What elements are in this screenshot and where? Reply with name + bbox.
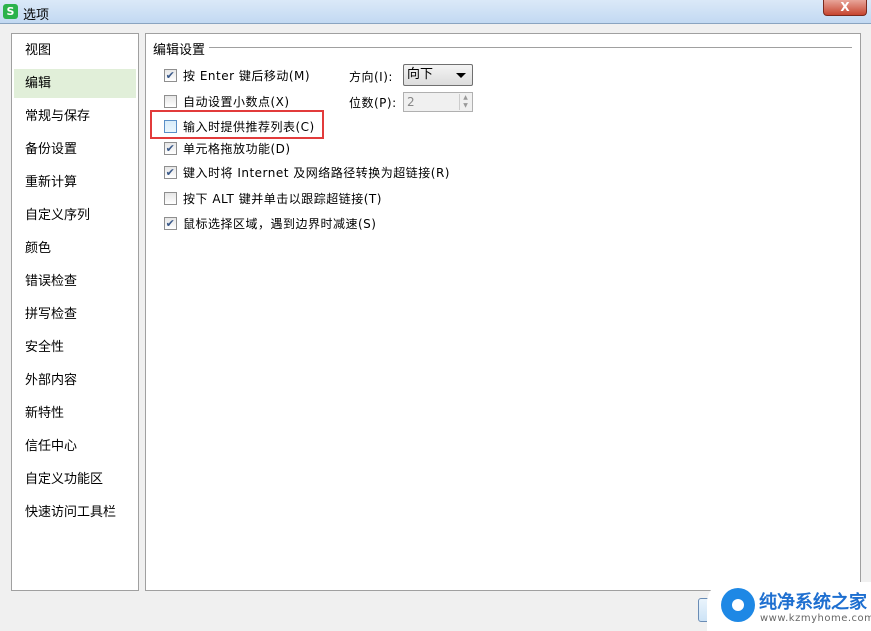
option-row[interactable]: ✔ 键入时将 Internet 及网络路径转换为超链接(R) <box>164 164 450 181</box>
sidebar-item[interactable]: 常规与保存 <box>14 102 136 131</box>
checkbox[interactable] <box>164 95 177 108</box>
option-row[interactable]: ✔ 按 Enter 键后移动(M) <box>164 67 310 84</box>
direction-label: 方向(I): <box>349 70 393 84</box>
direction-select[interactable]: 向下 <box>403 64 473 86</box>
close-button[interactable]: X <box>823 0 867 16</box>
digits-value: 2 <box>407 95 415 109</box>
option-row[interactable]: ✔ 单元格拖放功能(D) <box>164 140 291 157</box>
sidebar: 视图编辑常规与保存备份设置重新计算自定义序列颜色错误检查拼写检查安全性外部内容新… <box>11 33 139 591</box>
digits-label: 位数(P): <box>349 96 397 110</box>
sidebar-item[interactable]: 视图 <box>14 36 136 65</box>
direction-value: 向下 <box>407 67 434 82</box>
window-title: 选项 <box>23 8 50 23</box>
watermark-url: www.kzmyhome.com <box>760 613 871 624</box>
app-icon: S <box>3 4 18 19</box>
sidebar-item[interactable]: 自定义序列 <box>14 201 136 230</box>
sidebar-item[interactable]: 拼写检查 <box>14 300 136 329</box>
sidebar-item[interactable]: 错误检查 <box>14 267 136 296</box>
sidebar-item[interactable]: 编辑 <box>14 69 136 98</box>
sidebar-item[interactable]: 新特性 <box>14 399 136 428</box>
option-row[interactable]: 按下 ALT 键并单击以跟踪超链接(T) <box>164 190 382 207</box>
option-label: 键入时将 Internet 及网络路径转换为超链接(R) <box>183 166 450 180</box>
watermark-name: 纯净系统之家 <box>759 592 867 613</box>
sidebar-item[interactable]: 颜色 <box>14 234 136 263</box>
watermark-logo-icon <box>721 588 755 622</box>
highlight-box <box>150 110 324 139</box>
checkbox[interactable]: ✔ <box>164 69 177 82</box>
sidebar-item[interactable]: 安全性 <box>14 333 136 362</box>
checkbox[interactable]: ✔ <box>164 142 177 155</box>
digits-spinner[interactable]: 2 ▲ ▼ <box>403 92 473 112</box>
option-label: 自动设置小数点(X) <box>183 95 290 109</box>
sidebar-item[interactable]: 自定义功能区 <box>14 465 136 494</box>
spinner-arrows-icon[interactable]: ▲ ▼ <box>459 94 471 110</box>
option-label: 单元格拖放功能(D) <box>183 142 291 156</box>
watermark: 纯净系统之家 www.kzmyhome.com <box>707 582 871 631</box>
checkbox[interactable] <box>164 192 177 205</box>
section-divider <box>206 47 852 48</box>
option-label: 按 Enter 键后移动(M) <box>183 69 311 83</box>
option-label: 按下 ALT 键并单击以跟踪超链接(T) <box>183 192 382 206</box>
title-bar: S 选项 X <box>0 0 871 24</box>
sidebar-item[interactable]: 重新计算 <box>14 168 136 197</box>
checkbox[interactable]: ✔ <box>164 217 177 230</box>
option-label: 鼠标选择区域，遇到边界时减速(S) <box>183 217 377 231</box>
chevron-down-icon <box>456 73 466 78</box>
sidebar-item[interactable]: 备份设置 <box>14 135 136 164</box>
section-title: 编辑设置 <box>153 39 210 58</box>
sidebar-item[interactable]: 信任中心 <box>14 432 136 461</box>
sidebar-item[interactable]: 外部内容 <box>14 366 136 395</box>
sidebar-item[interactable]: 快速访问工具栏 <box>14 498 136 527</box>
checkbox[interactable]: ✔ <box>164 166 177 179</box>
option-row[interactable]: ✔ 鼠标选择区域，遇到边界时减速(S) <box>164 215 376 232</box>
option-row[interactable]: 自动设置小数点(X) <box>164 93 290 110</box>
